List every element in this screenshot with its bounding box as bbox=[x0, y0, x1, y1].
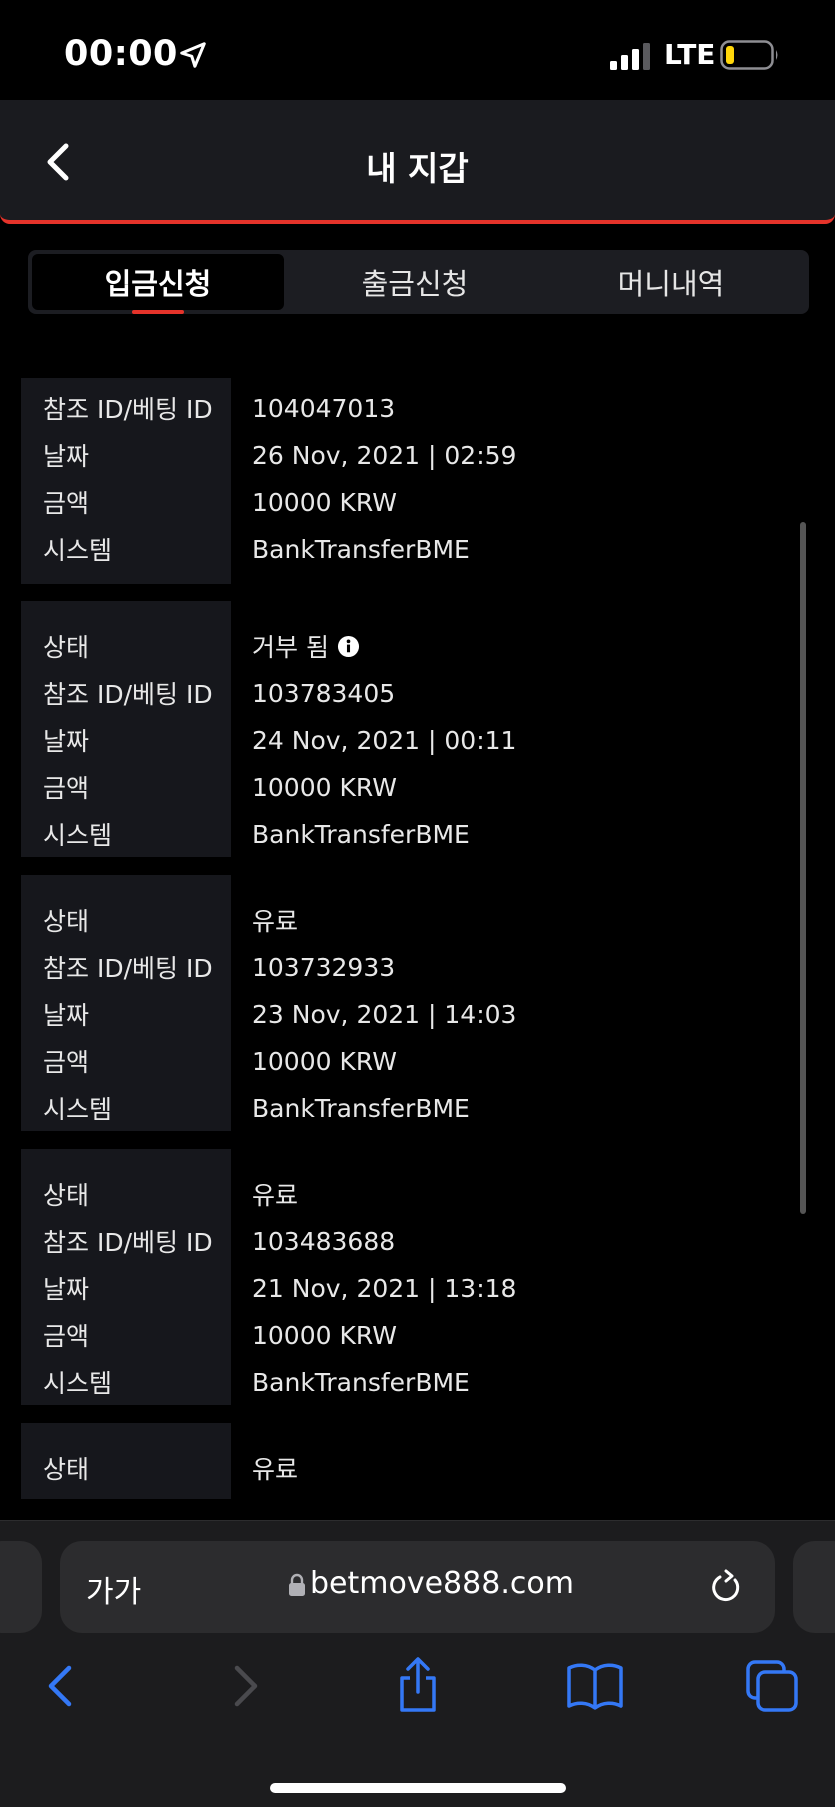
status-value: 거부 됨 bbox=[252, 633, 329, 662]
active-tab-indicator bbox=[132, 310, 184, 314]
reload-icon[interactable] bbox=[708, 1567, 744, 1607]
bookmarks-icon[interactable] bbox=[565, 1656, 625, 1716]
page-title: 내 지갑 bbox=[366, 149, 469, 188]
previous-tab-preview[interactable] bbox=[0, 1541, 42, 1633]
home-indicator[interactable] bbox=[270, 1783, 566, 1793]
tab-label: 머니내역 bbox=[617, 267, 725, 301]
forward-arrow-icon[interactable] bbox=[213, 1656, 273, 1716]
network-type: LTE bbox=[664, 38, 716, 71]
address-bar[interactable]: 가가 betmove888.com bbox=[60, 1541, 775, 1633]
battery-icon bbox=[720, 40, 778, 70]
tab-label: 출금신청 bbox=[361, 267, 469, 301]
location-arrow-icon bbox=[180, 42, 206, 68]
status-bar: 00:00 LTE bbox=[0, 0, 835, 100]
text-size-button[interactable]: 가가 bbox=[86, 1567, 141, 1611]
browser-bottom-bar: 가가 betmove888.com bbox=[0, 1520, 835, 1807]
info-icon[interactable] bbox=[337, 635, 360, 658]
cellular-signal-icon bbox=[610, 43, 650, 70]
scrollbar[interactable] bbox=[800, 522, 806, 1214]
url-text: betmove888.com bbox=[310, 1566, 574, 1601]
tab-label: 입금신청 bbox=[104, 267, 212, 301]
tab-deposit-request[interactable]: 입금신청 bbox=[32, 254, 284, 314]
wallet-tabs: 입금신청 출금신청 머니내역 bbox=[28, 250, 809, 314]
back-arrow-icon[interactable] bbox=[33, 1656, 93, 1716]
screen: 00:00 LTE 내 지갑 입금신청 출금신청 머니내역 참조 ID/베팅 I… bbox=[0, 0, 835, 1807]
transaction-list[interactable]: 상태 유료 참조 ID/베팅 ID 104047013 날짜 26 Nov, 2… bbox=[0, 378, 835, 1520]
app-header: 내 지갑 bbox=[0, 100, 835, 224]
status-time: 00:00 bbox=[64, 34, 178, 74]
share-icon[interactable] bbox=[388, 1656, 448, 1716]
tab-money-history[interactable]: 머니내역 bbox=[546, 254, 796, 310]
tab-withdraw-request[interactable]: 출금신청 bbox=[290, 254, 540, 310]
tabs-icon[interactable] bbox=[742, 1656, 802, 1716]
browser-toolbar bbox=[0, 1656, 835, 1736]
lock-icon bbox=[289, 1573, 305, 1596]
next-tab-preview[interactable] bbox=[793, 1541, 835, 1633]
